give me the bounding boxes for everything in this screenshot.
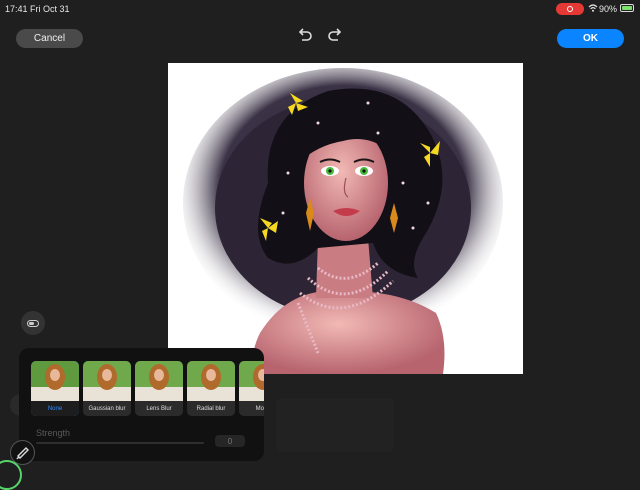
status-date: Fri Oct 31	[30, 4, 70, 14]
brush-icon	[16, 447, 29, 460]
compare-toggle-icon[interactable]	[21, 311, 45, 335]
screen-recording-icon[interactable]	[556, 3, 584, 15]
blur-option-label: Gaussian blur	[83, 401, 131, 416]
strength-value[interactable]: 0	[215, 435, 245, 447]
artwork-canvas[interactable]	[168, 63, 523, 374]
strength-slider[interactable]	[36, 442, 204, 444]
status-bar: 17:41 Fri Oct 31 90%	[0, 0, 640, 18]
hidden-panel	[276, 398, 394, 452]
thumbnail-image	[239, 361, 264, 401]
thumbnail-image	[135, 361, 183, 401]
wifi-icon	[588, 4, 598, 12]
cancel-button[interactable]: Cancel	[16, 29, 83, 48]
blur-option-none[interactable]: None	[31, 361, 79, 416]
status-time: 17:41	[5, 4, 28, 14]
blur-option-label: None	[31, 401, 79, 416]
blur-option-label: Motio	[239, 401, 264, 416]
blur-option-label: Lens Blur	[135, 401, 183, 416]
battery-percent: 90%	[599, 4, 618, 14]
strength-label: Strength	[36, 428, 71, 438]
blur-option-radial[interactable]: Radial blur	[187, 361, 235, 416]
thumbnail-image	[31, 361, 79, 401]
thumbnail-image	[187, 361, 235, 401]
artwork-illustration	[183, 68, 503, 374]
blur-panel: None Gaussian blur Lens Blur Radial blur…	[19, 348, 264, 461]
blur-option-motion[interactable]: Motio	[239, 361, 264, 416]
battery-icon	[620, 4, 634, 12]
blur-option-lens[interactable]: Lens Blur	[135, 361, 183, 416]
ok-button[interactable]: OK	[557, 29, 624, 48]
blur-option-label: Radial blur	[187, 401, 235, 416]
undo-icon[interactable]	[296, 28, 314, 44]
blur-option-gaussian[interactable]: Gaussian blur	[83, 361, 131, 416]
thumbnail-image	[83, 361, 131, 401]
redo-icon[interactable]	[326, 28, 344, 44]
